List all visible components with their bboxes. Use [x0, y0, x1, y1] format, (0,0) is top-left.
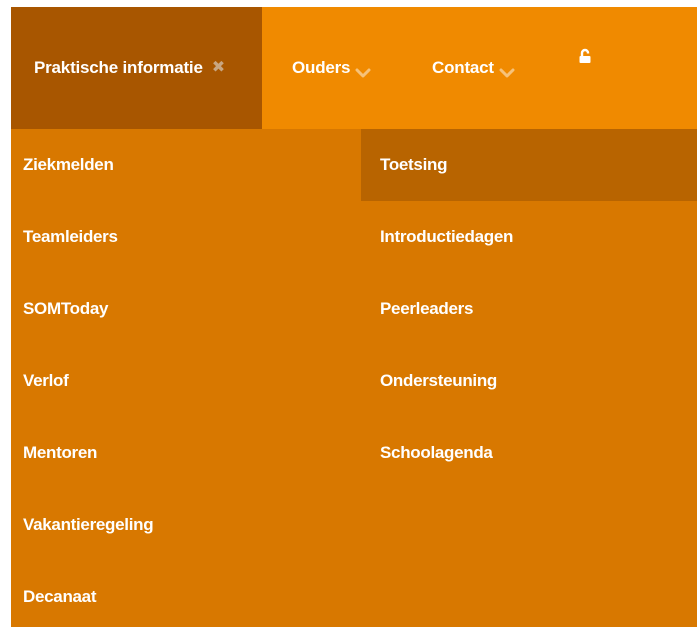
login-button[interactable]	[578, 7, 596, 119]
dropdown-link-label: Decanaat	[23, 587, 97, 606]
dropdown-link-introductiedagen[interactable]: Introductiedagen	[361, 201, 697, 273]
dropdown-link-verlof[interactable]: Verlof	[11, 345, 361, 417]
unlocked-padlock-icon	[578, 48, 592, 69]
main-menu-bar: Praktische informatie ✖ Ouders Contact	[11, 7, 697, 129]
nav-item-label: Praktische informatie	[34, 58, 203, 77]
dropdown-link-ondersteuning[interactable]: Ondersteuning	[361, 345, 697, 417]
dropdown-link-schoolagenda[interactable]: Schoolagenda	[361, 417, 697, 489]
dropdown-menu-praktische-informatie: Ziekmelden Teamleiders SOMToday Verlof Mento…	[11, 129, 697, 627]
nav-item-ouders[interactable]: Ouders	[292, 7, 371, 129]
dropdown-link-label: Teamleiders	[23, 227, 118, 246]
dropdown-link-toetsing[interactable]: Toetsing	[361, 129, 697, 201]
chevron-down-icon	[355, 64, 371, 77]
dropdown-link-label: Peerleaders	[380, 299, 474, 318]
dropdown-link-label: Ondersteuning	[380, 371, 497, 390]
close-icon[interactable]: ✖	[212, 60, 225, 76]
nav-item-label: Contact	[432, 58, 494, 77]
dropdown-link-teamleiders[interactable]: Teamleiders	[11, 201, 361, 273]
dropdown-link-label: Introductiedagen	[380, 227, 514, 246]
dropdown-link-label: Verlof	[23, 371, 69, 390]
dropdown-link-label: Vakantieregeling	[23, 515, 154, 534]
dropdown-column-right: Toetsing Introductiedagen Peerleaders Onder…	[361, 129, 697, 489]
dropdown-link-decanaat[interactable]: Decanaat	[11, 561, 361, 627]
nav-item-contact[interactable]: Contact	[432, 7, 515, 129]
dropdown-link-peerleaders[interactable]: Peerleaders	[361, 273, 697, 345]
dropdown-link-label: Schoolagenda	[380, 443, 493, 462]
dropdown-link-mentoren[interactable]: Mentoren	[11, 417, 361, 489]
nav-item-label: Ouders	[292, 58, 351, 77]
chevron-down-icon	[499, 64, 515, 77]
dropdown-link-label: Ziekmelden	[23, 155, 114, 174]
dropdown-link-vakantieregeling[interactable]: Vakantieregeling	[11, 489, 361, 561]
dropdown-column-left: Ziekmelden Teamleiders SOMToday Verlof Mento…	[11, 129, 361, 627]
site-navigation: Praktische informatie ✖ Ouders Contact Z…	[11, 7, 697, 627]
nav-item-praktische-informatie[interactable]: Praktische informatie ✖	[11, 7, 262, 129]
dropdown-link-ziekmelden[interactable]: Ziekmelden	[11, 129, 361, 201]
dropdown-link-label: Mentoren	[23, 443, 98, 462]
dropdown-link-somtoday[interactable]: SOMToday	[11, 273, 361, 345]
dropdown-link-label: Toetsing	[380, 155, 448, 174]
dropdown-link-label: SOMToday	[23, 299, 109, 318]
